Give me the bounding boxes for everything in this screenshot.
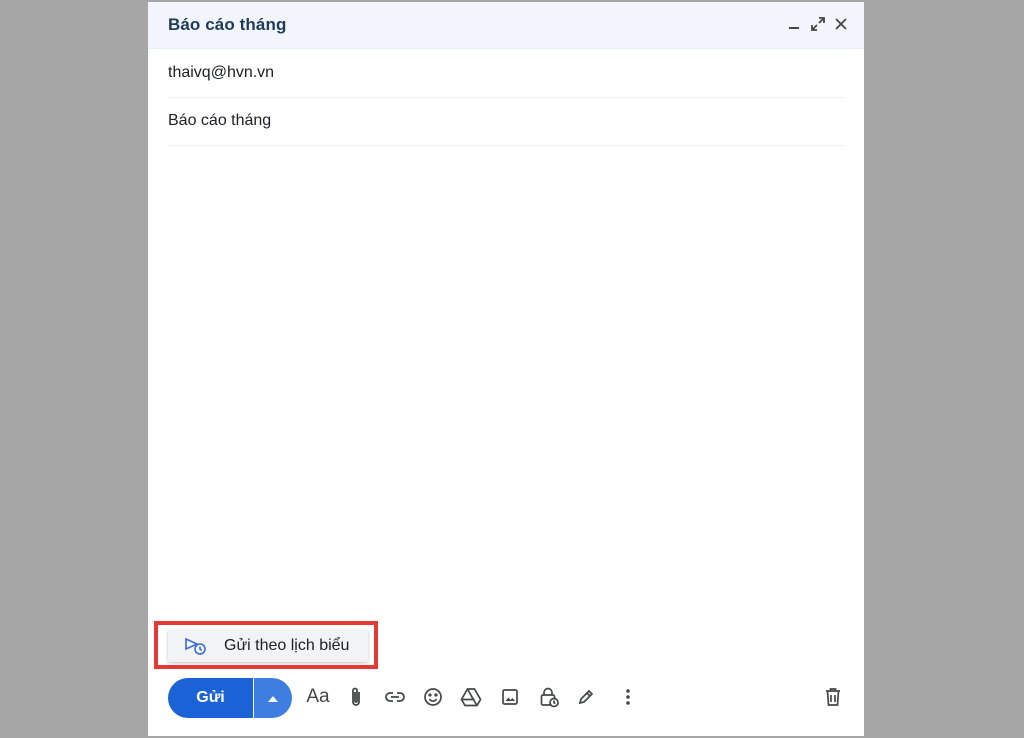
send-button-group: Gửi [168,678,292,718]
signature-icon[interactable] [573,684,599,710]
compose-title: Báo cáo tháng [168,15,287,34]
dropdown-arrow-icon [268,689,278,707]
schedule-send-option[interactable]: Gửi theo lịch biểu [168,630,368,662]
close-icon[interactable] [831,14,851,34]
more-options-icon[interactable] [615,684,641,710]
send-button[interactable]: Gửi [168,678,253,718]
trash-icon[interactable] [820,684,846,710]
compose-window: Báo cáo tháng thaivq@hvn.vn Báo cáo thán… [148,2,864,736]
subject-text: Báo cáo tháng [168,112,272,129]
formatting-icon[interactable]: Aa [305,684,331,710]
subject-field[interactable]: Báo cáo tháng [168,98,844,146]
expand-icon[interactable] [808,14,828,34]
compose-toolbar: Gửi Aa [148,674,864,722]
compose-header: Báo cáo tháng [148,2,864,49]
minimize-icon[interactable] [784,14,804,34]
confidential-icon[interactable] [536,684,562,710]
message-body[interactable] [168,145,844,615]
schedule-send-icon [184,636,208,656]
drive-icon[interactable] [458,684,484,710]
photo-icon[interactable] [497,684,523,710]
schedule-send-menu: Gửi theo lịch biểu [154,621,378,669]
recipient-address: thaivq@hvn.vn [168,64,275,81]
link-icon[interactable] [382,684,408,710]
schedule-send-label: Gửi theo lịch biểu [224,637,350,654]
emoji-icon[interactable] [420,684,446,710]
attach-icon[interactable] [343,684,369,710]
send-options-button[interactable] [254,678,292,718]
recipients-field[interactable]: thaivq@hvn.vn [168,50,844,98]
